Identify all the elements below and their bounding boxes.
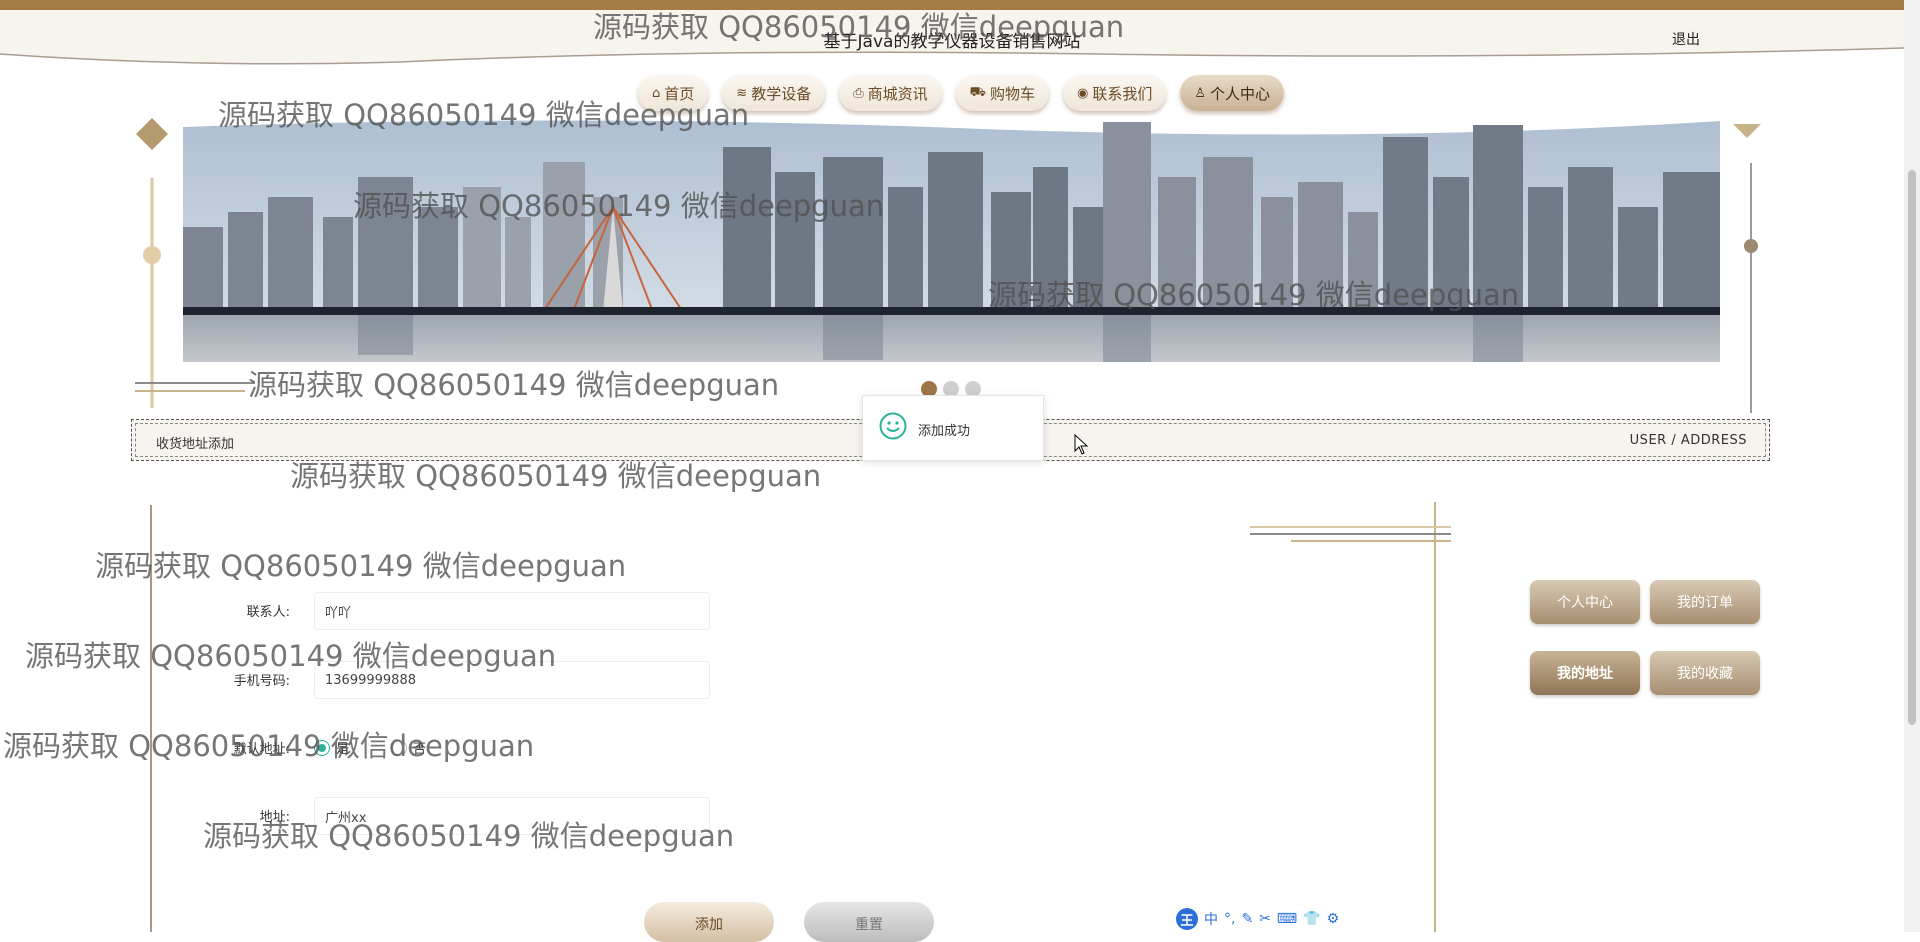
layers-icon: ≋ bbox=[736, 85, 748, 101]
content-left-line bbox=[150, 505, 152, 932]
default-address-radio-group: 是 否 bbox=[314, 738, 426, 757]
logout-link[interactable]: 退出 bbox=[1672, 29, 1700, 49]
ime-settings-icon[interactable]: ⚙ bbox=[1327, 911, 1340, 927]
add-button[interactable]: 添加 bbox=[644, 902, 774, 942]
site-title: 基于Java的教学仪器设备销售网站 bbox=[823, 32, 1081, 52]
nav-item-teaching-equipment[interactable]: ≋ 教学设备 bbox=[722, 75, 826, 111]
nav-label: 教学设备 bbox=[751, 84, 812, 103]
address-input[interactable] bbox=[314, 797, 710, 835]
default-no-label: 否 bbox=[413, 742, 427, 757]
cart-icon: ⛟ bbox=[969, 84, 986, 100]
side-menu-user-center[interactable]: 个人中心 bbox=[1530, 580, 1640, 624]
ime-scissors-icon[interactable]: ✂ bbox=[1259, 911, 1271, 927]
left-banner-decoration bbox=[136, 118, 168, 408]
ime-toolbar: 王 中 °, ✎ ✂ ⌨ 👕 ⚙ bbox=[1176, 908, 1339, 930]
default-no-radio[interactable] bbox=[391, 739, 408, 756]
content-right-frame bbox=[1250, 502, 1451, 932]
banner-carousel[interactable] bbox=[183, 117, 1720, 362]
ime-skin-icon[interactable]: 👕 bbox=[1303, 911, 1320, 927]
watermark: 源码获取 QQ86050149 微信deepguan bbox=[95, 549, 627, 583]
nav-label: 购物车 bbox=[989, 84, 1035, 103]
toast-message: 添加成功 bbox=[918, 424, 971, 439]
nav-label: 商城资讯 bbox=[867, 84, 928, 103]
nav-item-news[interactable]: ⎙ 商城资讯 bbox=[839, 75, 942, 111]
scrollbar-thumb[interactable] bbox=[1908, 170, 1916, 725]
left-lines-decoration bbox=[135, 382, 255, 392]
mouse-cursor-icon bbox=[1074, 434, 1089, 455]
phone-label: 手机号码: bbox=[233, 674, 290, 689]
ime-logo-icon[interactable]: 王 bbox=[1176, 908, 1198, 930]
ime-keyboard-icon[interactable]: ⌨ bbox=[1277, 911, 1297, 927]
ime-mode-toggle[interactable]: 中 bbox=[1204, 909, 1218, 929]
banner-cityscape-image bbox=[183, 117, 1720, 362]
nav-label: 首页 bbox=[664, 84, 695, 103]
address-label: 地址: bbox=[259, 810, 290, 825]
default-yes-label: 是 bbox=[336, 742, 350, 757]
ime-handwriting-icon[interactable]: ✎ bbox=[1241, 911, 1253, 927]
ime-punctuation-icon[interactable]: °, bbox=[1224, 911, 1235, 927]
right-banner-decoration bbox=[1733, 124, 1761, 413]
user-icon: ♙ bbox=[1194, 85, 1207, 101]
default-yes-radio[interactable] bbox=[314, 739, 330, 756]
nav-label: 个人中心 bbox=[1210, 84, 1271, 103]
side-menu-my-favorites[interactable]: 我的收藏 bbox=[1650, 651, 1760, 695]
section-subtitle: USER / ADDRESS bbox=[1629, 433, 1747, 448]
contact-input[interactable] bbox=[314, 592, 710, 630]
success-toast: 添加成功 bbox=[862, 395, 1044, 461]
main-nav: ⌂ 首页 ≋ 教学设备 ⎙ 商城资讯 ⛟ 购物车 ◉ 联系我们 ♙ 个人中心 bbox=[638, 75, 1285, 115]
top-accent-strip bbox=[0, 0, 1920, 10]
nav-label: 联系我们 bbox=[1092, 84, 1153, 103]
side-menu-my-orders[interactable]: 我的订单 bbox=[1650, 580, 1760, 624]
printer-icon: ⎙ bbox=[853, 85, 864, 101]
nav-item-user-center[interactable]: ♙ 个人中心 bbox=[1180, 75, 1285, 111]
smile-icon bbox=[879, 412, 907, 440]
reset-button[interactable]: 重置 bbox=[804, 902, 934, 942]
side-menu-my-address[interactable]: 我的地址 bbox=[1530, 651, 1640, 695]
nav-item-contact[interactable]: ◉ 联系我们 bbox=[1063, 75, 1167, 111]
contact-label: 联系人: bbox=[246, 605, 290, 620]
nav-item-cart[interactable]: ⛟ 购物车 bbox=[955, 75, 1049, 111]
home-icon: ⌂ bbox=[652, 85, 661, 101]
watermark: 源码获取 QQ86050149 微信deepguan bbox=[248, 368, 780, 402]
nav-item-home[interactable]: ⌂ 首页 bbox=[638, 75, 709, 111]
phone-input[interactable] bbox=[314, 661, 710, 699]
chat-icon: ◉ bbox=[1077, 85, 1089, 101]
section-title: 收货地址添加 bbox=[156, 437, 235, 452]
default-address-label: 默认地址: bbox=[233, 742, 290, 757]
page-scrollbar[interactable] bbox=[1904, 0, 1920, 932]
